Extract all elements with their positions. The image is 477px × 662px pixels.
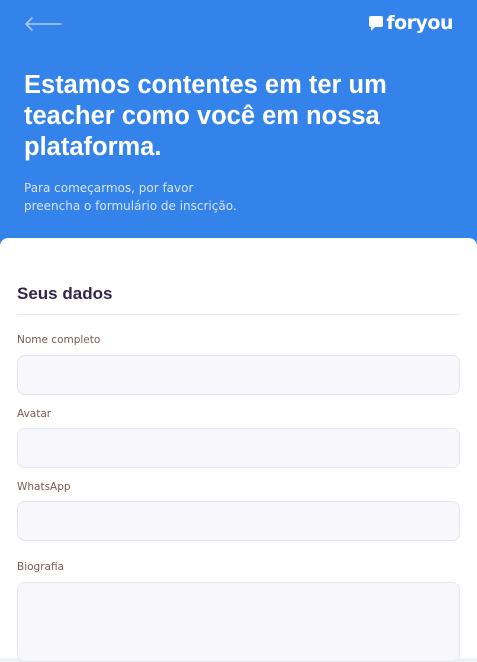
logo: foryou: [368, 12, 453, 34]
subtitle-line-2: preencha o formulário de inscrição.: [24, 199, 237, 213]
logo-text: foryou: [386, 12, 453, 34]
whatsapp-label: WhatsApp: [17, 481, 71, 493]
avatar-input[interactable]: [17, 428, 460, 468]
arrow-left-icon: [25, 17, 62, 31]
page-header: foryou Estamos contentes em ter um teach…: [0, 0, 477, 260]
full-name-input[interactable]: [17, 355, 460, 395]
back-button[interactable]: [24, 14, 64, 34]
section-title: Seus dados: [17, 284, 113, 303]
biography-textarea[interactable]: [17, 582, 460, 662]
page-subtitle: Para começarmos, por favor preencha o fo…: [24, 179, 284, 215]
registration-form-card: Seus dados Nome completo Avatar WhatsApp…: [0, 238, 477, 662]
whatsapp-input[interactable]: [17, 501, 460, 541]
section-divider: [17, 314, 460, 315]
subtitle-line-1: Para começarmos, por favor: [24, 181, 194, 195]
avatar-label: Avatar: [17, 408, 52, 420]
page-title: Estamos contentes em ter um teacher como…: [24, 71, 387, 161]
chat-bubble-icon: [369, 15, 384, 31]
full-name-label: Nome completo: [17, 334, 101, 346]
biography-label: Biografia: [17, 561, 65, 573]
